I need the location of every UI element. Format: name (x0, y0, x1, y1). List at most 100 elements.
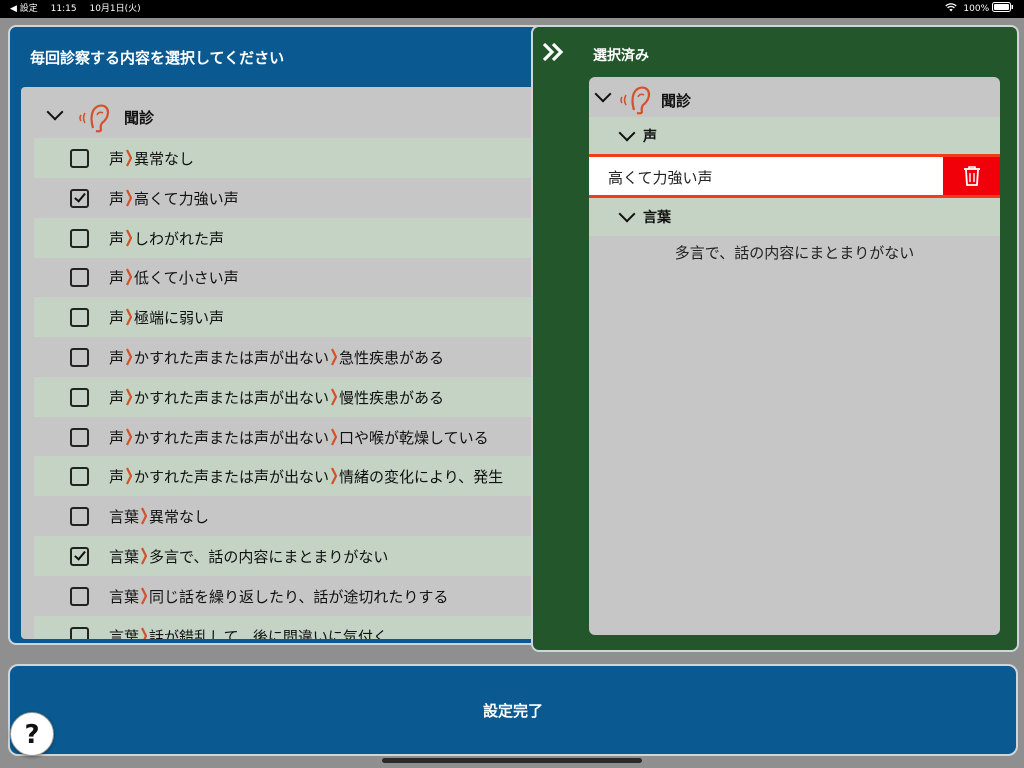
list-item[interactable]: 声かすれた声または声が出ない 慢性疾患がある (34, 376, 552, 417)
status-bar: ◀ 設定 11:15 10月1日(火) 100% (0, 0, 1024, 18)
checkbox-checked[interactable] (70, 188, 89, 208)
list-item-part: 声 (109, 150, 125, 168)
selected-title: 選択済み (593, 48, 649, 64)
collapse-icon[interactable] (541, 41, 565, 63)
selected-item-label[interactable]: 多言で、話の内容にまとまりがない (589, 242, 1000, 263)
chevron-right-icon (126, 229, 133, 247)
chevron-right-icon (141, 627, 148, 639)
list-item-part: 声 (109, 349, 125, 367)
checkbox[interactable] (70, 586, 89, 606)
list-item[interactable]: 声しわがれた声 (34, 217, 552, 258)
list-item[interactable]: 声低くて小さい声 (34, 257, 552, 297)
list-item-part: 同じ話を繰り返したり、話が途切れたりする (149, 587, 449, 606)
checkbox[interactable] (70, 387, 89, 407)
list-item-label: 声かすれた声または声が出ない 急性疾患がある (109, 347, 444, 368)
list-item-part: 話が錯乱して、後に間違いに気付く (149, 627, 388, 639)
subgroup-label: 声 (643, 129, 657, 145)
trash-icon (964, 166, 980, 186)
list-item-label: 言葉 話が錯乱して、後に間違いに気付く (109, 626, 388, 639)
list-item[interactable]: 声かすれた声または声が出ない 情緒の変化により、発生 (34, 456, 552, 497)
list-item-part: かすれた声または声が出ない (134, 428, 330, 447)
checkbox[interactable] (70, 626, 89, 639)
list-item[interactable]: 言葉 話が錯乱して、後に間違いに気付く (34, 615, 552, 639)
list-item-part: 多言で、話の内容にまとまりがない (149, 548, 389, 566)
status-time: 11:15 (50, 4, 77, 14)
check-icon (74, 190, 86, 203)
chevron-down-icon (618, 124, 636, 142)
list-item-part: かすれた声または声が出ない (134, 388, 330, 407)
checkbox[interactable] (70, 348, 89, 367)
list-item-part: 情緒の変化により、発生 (339, 468, 504, 487)
item-list[interactable]: 聞診 声異常なし声高くて力強い声声しわがれた声声低くて小さい声声極端に弱い声声か… (21, 87, 552, 639)
list-item-part: かすれた声または声が出ない (134, 349, 330, 367)
selected-list: 聞診 声 高くて力強い声 言葉 多言で、話の内容にまとまりがない (589, 77, 1000, 635)
chevron-right-icon (126, 388, 133, 406)
selected-item-label: 高くて力強い声 (608, 169, 713, 187)
list-item[interactable]: 声異常なし (34, 138, 552, 178)
check-icon (74, 548, 86, 561)
list-item-label: 声かすれた声または声が出ない 情緒の変化により、発生 (109, 466, 503, 487)
group-header[interactable]: 聞診 (21, 101, 552, 137)
done-button[interactable]: 設定完了 (8, 664, 1018, 756)
list-item[interactable]: 声極端に弱い声 (34, 297, 552, 338)
list-item-part: 低くて小さい声 (134, 269, 239, 288)
list-item[interactable]: 言葉 同じ話を繰り返したり、話が途切れたりする (34, 576, 552, 616)
ear-icon (79, 104, 110, 133)
list-item-label: 声異常なし (109, 148, 194, 169)
battery-percent: 100% (963, 4, 990, 14)
list-item-label: 声低くて小さい声 (109, 267, 239, 288)
list-item-part: 言葉 (109, 587, 140, 606)
delete-button[interactable] (943, 157, 1000, 195)
chevron-down-icon (46, 103, 64, 121)
list-item-label: 声高くて力強い声 (109, 188, 239, 209)
checkbox[interactable] (70, 308, 89, 328)
chevron-right-icon (126, 189, 133, 207)
list-item[interactable]: 声高くて力強い声 (34, 178, 552, 218)
list-item[interactable]: 言葉 多言で、話の内容にまとまりがない (34, 536, 552, 576)
subgroup-voice[interactable]: 声 (589, 117, 1000, 155)
selected-item[interactable]: 高くて力強い声 (589, 154, 1000, 198)
selected-panel: 選択済み 聞診 声 高くて力強い声 言葉 多言で、話の内容にまとまりがない (531, 25, 1019, 652)
subgroup-label: 言葉 (643, 210, 671, 226)
list-item-part: 言葉 (109, 548, 140, 566)
list-item-part: 口や喉が乾燥している (339, 428, 489, 447)
checkbox[interactable] (70, 467, 89, 487)
ear-icon (620, 86, 651, 115)
group-label: 聞診 (124, 109, 155, 127)
checkbox[interactable] (70, 228, 89, 248)
list-item-part: 異常なし (149, 508, 210, 527)
subgroup-words[interactable]: 言葉 (589, 198, 1000, 236)
list-item[interactable]: 言葉 異常なし (34, 496, 552, 536)
chevron-right-icon (331, 348, 338, 366)
checkbox[interactable] (70, 507, 89, 527)
checkbox[interactable] (70, 268, 89, 288)
list-item-label: 声しわがれた声 (109, 228, 224, 249)
chevron-right-icon (126, 308, 133, 326)
list-item-part: 声 (109, 229, 125, 248)
list-item-part: しわがれた声 (134, 229, 225, 248)
status-back[interactable]: ◀ 設定 (10, 4, 38, 14)
chevron-right-icon (126, 467, 133, 485)
chevron-right-icon (141, 547, 148, 565)
list-item-label: 言葉 異常なし (109, 506, 209, 527)
chevron-right-icon (331, 388, 338, 406)
list-item-part: 極端に弱い声 (134, 309, 225, 328)
list-item-part: 言葉 (109, 627, 140, 639)
list-item[interactable]: 声かすれた声または声が出ない 急性疾患がある (34, 337, 552, 377)
checkbox[interactable] (70, 427, 89, 447)
chevron-right-icon (331, 467, 338, 485)
list-item[interactable]: 声かすれた声または声が出ない 口や喉が乾燥している (34, 417, 552, 457)
chevron-down-icon (594, 85, 612, 103)
help-button[interactable]: ? (10, 712, 54, 756)
list-item-part: 急性疾患がある (339, 349, 445, 367)
checkbox-checked[interactable] (70, 547, 89, 566)
wifi-icon (944, 3, 957, 12)
list-item-part: 声 (109, 428, 125, 447)
list-item-label: 声かすれた声または声が出ない 慢性疾患がある (109, 387, 444, 408)
status-date: 10月1日(火) (89, 4, 141, 14)
selected-group-header[interactable]: 聞診 (589, 82, 1000, 118)
checkbox[interactable] (70, 149, 89, 168)
list-item-part: 声 (109, 388, 125, 407)
chevron-right-icon (126, 149, 133, 167)
list-item-part: 言葉 (109, 508, 140, 527)
